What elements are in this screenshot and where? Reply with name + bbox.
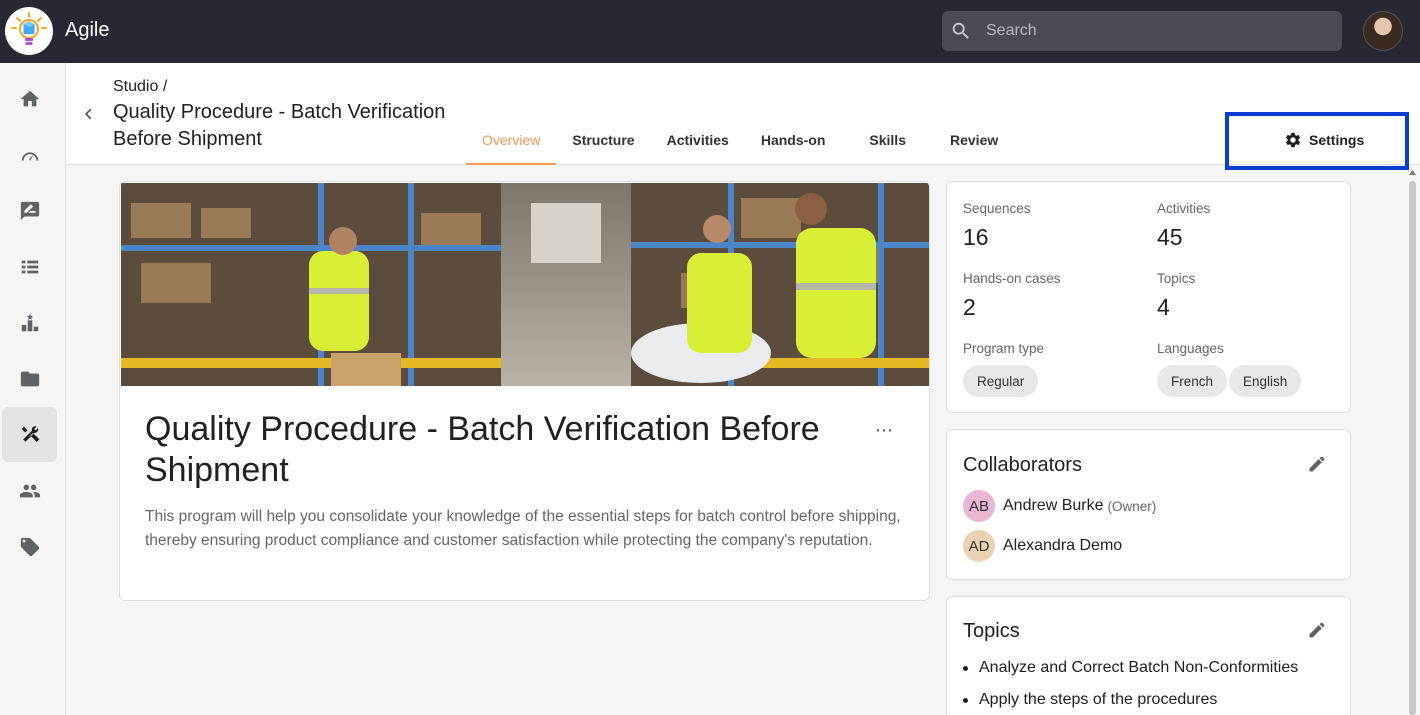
tag-icon <box>20 537 39 556</box>
more-options-button[interactable]: ⋯ <box>875 420 894 441</box>
edit-topics-icon[interactable] <box>1307 620 1327 640</box>
settings-label: Settings <box>1309 132 1365 148</box>
scrollbar-thumb[interactable] <box>1409 181 1416 715</box>
program-overview-card: Quality Procedure - Batch Verification B… <box>119 181 930 601</box>
program-type-label: Program type <box>963 341 1045 356</box>
program-type-chip: Regular <box>963 365 1039 397</box>
program-title: Quality Procedure - Batch Verification B… <box>145 410 820 489</box>
back-button[interactable] <box>80 103 98 125</box>
topics-count-value: 4 <box>1157 294 1170 320</box>
tab-overview[interactable]: Overview <box>466 123 557 165</box>
collaborator-row[interactable]: AB Andrew Burke (Owner) <box>963 490 1156 522</box>
activities-value: 45 <box>1157 224 1183 250</box>
tab-structure[interactable]: Structure <box>556 123 650 165</box>
tab-bar: Overview Structure Activities Hands-on S… <box>466 123 1014 165</box>
dashboard-icon <box>21 151 38 161</box>
collaborator-avatar: AD <box>963 530 995 562</box>
collaborators-title: Collaborators <box>963 454 1082 476</box>
app-logo[interactable] <box>5 7 53 55</box>
tab-review[interactable]: Review <box>934 123 1014 165</box>
hands-on-value: 2 <box>963 294 976 320</box>
user-avatar[interactable] <box>1363 11 1403 51</box>
program-cover-image <box>121 183 929 386</box>
program-stats-card: Sequences 16 Activities 45 Hands-on case… <box>946 181 1351 413</box>
settings-button[interactable]: Settings <box>1284 131 1364 149</box>
activities-label: Activities <box>1157 201 1211 216</box>
leaderboard-icon <box>21 313 38 331</box>
rate-review-icon <box>20 201 39 220</box>
sidebar-item-studio[interactable] <box>2 407 57 462</box>
sidebar-item-files[interactable] <box>2 351 57 406</box>
sidebar-item-tags[interactable] <box>2 519 57 574</box>
collaborator-name: Andrew Burke <box>1003 497 1104 514</box>
search-input[interactable]: Search <box>986 22 1037 40</box>
tab-hands-on[interactable]: Hands-on <box>745 123 854 165</box>
collaborator-row[interactable]: AD Alexandra Demo <box>963 530 1122 562</box>
breadcrumb[interactable]: Studio / <box>113 78 167 96</box>
people-icon <box>19 484 40 497</box>
tab-skills[interactable]: Skills <box>853 123 934 165</box>
topics-card: Topics Analyze and Correct Batch Non-Con… <box>946 596 1351 715</box>
chevron-left-icon <box>85 108 92 120</box>
sidebar-item-reviews[interactable] <box>2 183 57 238</box>
topics-count-label: Topics <box>1157 271 1196 286</box>
lightbulb-logo-icon <box>11 12 47 45</box>
app-title: Agile <box>65 19 110 41</box>
page-title: Quality Procedure - Batch Verification B… <box>113 101 446 150</box>
folder-icon <box>20 371 39 386</box>
collaborators-card: Collaborators AB Andrew Burke (Owner) AD… <box>946 429 1351 580</box>
scroll-up-arrow-icon[interactable] <box>1407 168 1418 178</box>
sidebar-item-list[interactable] <box>2 239 57 294</box>
home-icon <box>20 90 39 106</box>
sequences-label: Sequences <box>963 201 1031 216</box>
tab-activities[interactable]: Activities <box>651 123 745 165</box>
collaborator-name: Alexandra Demo <box>1003 537 1123 554</box>
sidebar-item-people[interactable] <box>2 463 57 518</box>
languages-label: Languages <box>1157 341 1224 356</box>
list-icon <box>21 260 38 273</box>
build-tools-icon <box>21 425 39 442</box>
top-bar: Agile Search <box>0 0 1420 63</box>
collaborator-avatar: AB <box>963 490 995 522</box>
program-description: This program will help you consolidate y… <box>145 508 901 549</box>
sidebar-item-dashboard[interactable] <box>2 128 57 183</box>
topics-title: Topics <box>963 620 1020 642</box>
collaborator-role: (Owner) <box>1107 498 1157 514</box>
topic-item: Analyze and Correct Batch Non-Conformiti… <box>963 659 1298 677</box>
gear-icon <box>1285 132 1301 148</box>
search-box[interactable]: Search <box>942 11 1342 51</box>
hands-on-label: Hands-on cases <box>963 271 1061 286</box>
sidebar <box>0 63 66 715</box>
topic-item: Apply the steps of the procedures <box>963 691 1217 709</box>
page-header: Studio / Quality Procedure - Batch Verif… <box>66 63 1420 170</box>
sequences-value: 16 <box>963 224 989 250</box>
sidebar-item-home[interactable] <box>2 71 57 126</box>
edit-collaborators-icon[interactable] <box>1307 454 1327 474</box>
language-chip-english: English <box>1229 365 1302 397</box>
sidebar-item-analytics[interactable] <box>2 295 57 350</box>
language-chip-french: French <box>1157 365 1228 397</box>
search-icon <box>952 22 969 39</box>
page-scrollbar[interactable] <box>1407 165 1418 715</box>
